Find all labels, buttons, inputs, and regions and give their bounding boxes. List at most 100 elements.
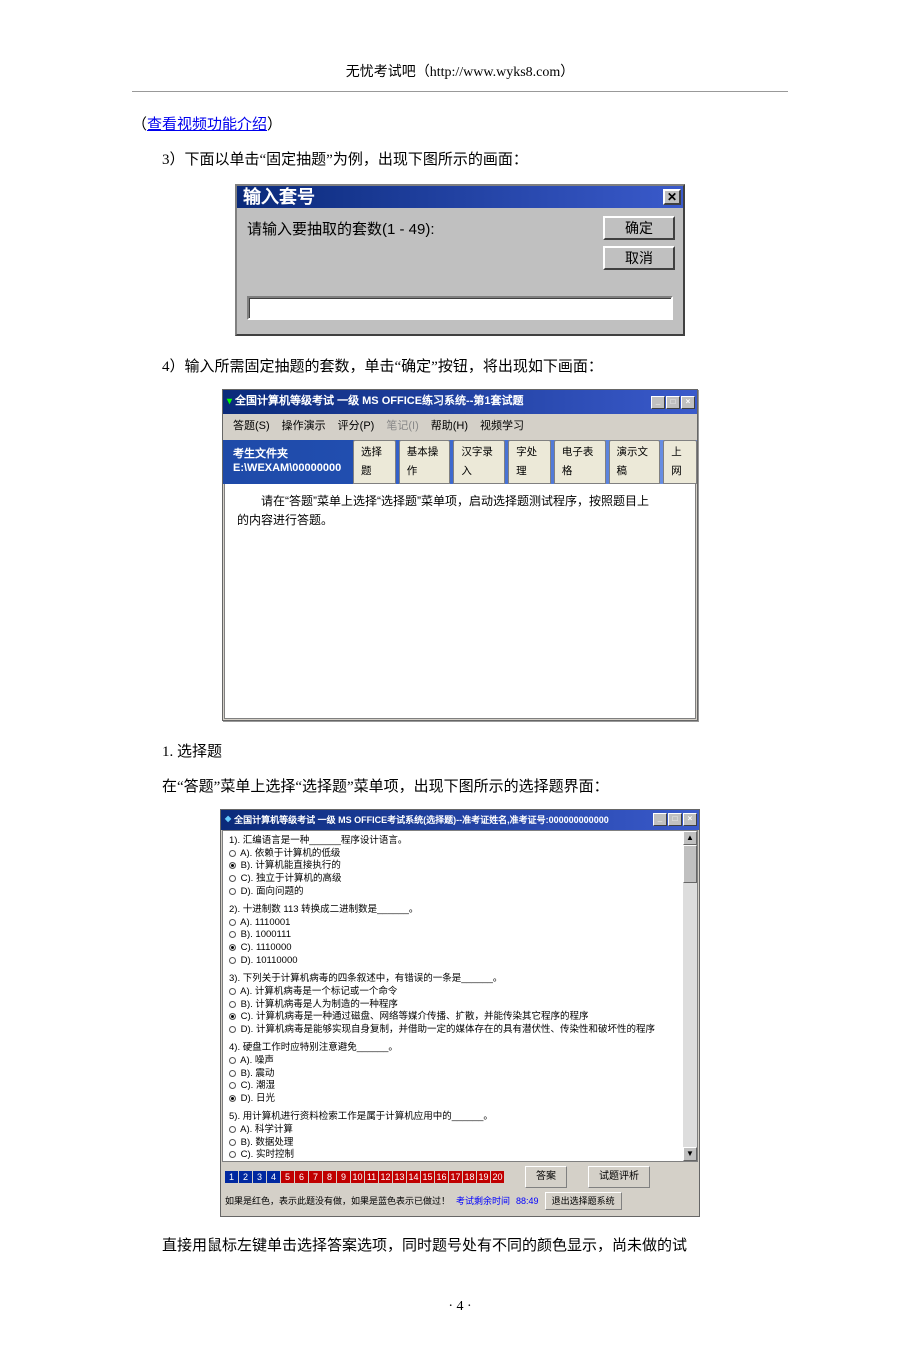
radio-icon[interactable]	[229, 988, 236, 995]
practice-menu: 答题(S)操作演示评分(P)笔记(I)帮助(H)视频学习	[223, 414, 697, 440]
step-3-text: 3）下面以单击“固定抽题”为例，出现下图所示的画面：	[132, 147, 788, 174]
practice-tab[interactable]: 电子表格	[554, 440, 606, 484]
question-option[interactable]: A). 1110001	[229, 917, 691, 930]
radio-icon[interactable]	[229, 875, 236, 882]
radio-icon[interactable]	[229, 862, 236, 869]
radio-icon[interactable]	[229, 1057, 236, 1064]
radio-icon[interactable]	[229, 1139, 236, 1146]
question-option[interactable]: D). 面向问题的	[229, 886, 691, 899]
radio-icon[interactable]	[229, 888, 236, 895]
question-number-button[interactable]: 18	[463, 1171, 476, 1183]
maximize-icon[interactable]: □	[666, 396, 680, 409]
question-option[interactable]: C). 实时控制	[229, 1149, 691, 1161]
question-stem: 2). 十进制数 113 转换成二进制数是______。	[229, 904, 691, 917]
question-option[interactable]: A). 依赖于计算机的低级	[229, 848, 691, 861]
view-video-link[interactable]: 查看视频功能介绍	[147, 117, 267, 133]
question-number-button[interactable]: 14	[407, 1171, 420, 1183]
question-number-button[interactable]: 19	[477, 1171, 490, 1183]
question-option[interactable]: C). 独立于计算机的高级	[229, 873, 691, 886]
question-number-button[interactable]: 6	[295, 1171, 308, 1183]
practice-tab[interactable]: 选择题	[353, 440, 396, 484]
radio-icon[interactable]	[229, 919, 236, 926]
time-value: 88:49	[516, 1193, 539, 1209]
exit-exam-button[interactable]: 退出选择题系统	[545, 1192, 622, 1210]
scroll-thumb[interactable]	[683, 845, 697, 883]
question-option[interactable]: A). 科学计算	[229, 1124, 691, 1137]
radio-icon[interactable]	[229, 1001, 236, 1008]
question-option[interactable]: D). 10110000	[229, 955, 691, 968]
question-option[interactable]: A). 噪声	[229, 1055, 691, 1068]
question-number-button[interactable]: 16	[435, 1171, 448, 1183]
practice-tab[interactable]: 基本操作	[399, 440, 451, 484]
question-number-button[interactable]: 17	[449, 1171, 462, 1183]
practice-tab[interactable]: 字处理	[508, 440, 551, 484]
menu-item[interactable]: 视频学习	[474, 416, 530, 438]
close-icon[interactable]: ×	[683, 813, 697, 826]
exam-question-area[interactable]: 1). 汇编语言是一种______程序设计语言。 A). 依赖于计算机的低级 B…	[222, 830, 698, 1162]
question-option[interactable]: B). 数据处理	[229, 1137, 691, 1150]
question-number-button[interactable]: 12	[379, 1171, 392, 1183]
page-number: · 4 ·	[132, 1294, 788, 1319]
question-number-button[interactable]: 3	[253, 1171, 266, 1183]
ok-button[interactable]: 确定	[603, 216, 675, 240]
question-number-button[interactable]: 7	[309, 1171, 322, 1183]
practice-tab[interactable]: 汉字录入	[453, 440, 505, 484]
question-number-button[interactable]: 4	[267, 1171, 280, 1183]
close-icon[interactable]: ✕	[663, 189, 681, 205]
menu-item[interactable]: 答题(S)	[227, 416, 276, 438]
radio-icon[interactable]	[229, 931, 236, 938]
question-stem: 4). 硬盘工作时应特别注意避免______。	[229, 1042, 691, 1055]
question-option[interactable]: C). 1110000	[229, 942, 691, 955]
scroll-up-icon[interactable]: ▲	[683, 831, 697, 845]
question-number-button[interactable]: 9	[337, 1171, 350, 1183]
question-option[interactable]: D). 日光	[229, 1093, 691, 1106]
radio-icon[interactable]	[229, 1151, 236, 1158]
question-option[interactable]: B). 计算机病毒是人为制造的一种程序	[229, 999, 691, 1012]
radio-icon[interactable]	[229, 1026, 236, 1033]
question-number-button[interactable]: 5	[281, 1171, 294, 1183]
question-number-bar: 1234567891011121314151617181920答案试题评析	[225, 1166, 695, 1188]
question-number-button[interactable]: 10	[351, 1171, 364, 1183]
radio-icon[interactable]	[229, 1070, 236, 1077]
question-option[interactable]: C). 计算机病毒是一种通过磁盘、网络等媒介传播、扩散，并能传染其它程序的程序	[229, 1011, 691, 1024]
question-option[interactable]: B). 1000111	[229, 929, 691, 942]
question-number-button[interactable]: 8	[323, 1171, 336, 1183]
radio-icon[interactable]	[229, 1013, 236, 1020]
practice-titlebar[interactable]: ▾ 全国计算机等级考试 一级 MS OFFICE练习系统--第1套试题 _ □ …	[223, 390, 697, 414]
maximize-icon[interactable]: □	[668, 813, 682, 826]
menu-item[interactable]: 笔记(I)	[380, 416, 424, 438]
question-option[interactable]: D). 计算机病毒是能够实现自身复制，并借助一定的媒体存在的具有潜伏性、传染性和…	[229, 1024, 691, 1037]
set-number-input[interactable]	[247, 296, 673, 320]
radio-icon[interactable]	[229, 957, 236, 964]
radio-icon[interactable]	[229, 944, 236, 951]
scroll-down-icon[interactable]: ▼	[683, 1147, 697, 1161]
question-number-button[interactable]: 2	[239, 1171, 252, 1183]
answer-button[interactable]: 答案	[525, 1166, 567, 1188]
question-number-button[interactable]: 1	[225, 1171, 238, 1183]
question-number-button[interactable]: 15	[421, 1171, 434, 1183]
question-option[interactable]: A). 计算机病毒是一个标记或一个命令	[229, 986, 691, 999]
question-number-button[interactable]: 13	[393, 1171, 406, 1183]
question-number-button[interactable]: 20	[491, 1171, 504, 1183]
exam-titlebar[interactable]: ◆ 全国计算机等级考试 一级 MS OFFICE考试系统(选择题)--准考证姓名…	[221, 810, 699, 830]
practice-tab[interactable]: 上网	[663, 440, 697, 484]
practice-tab[interactable]: 演示文稿	[609, 440, 661, 484]
question-option[interactable]: B). 计算机能直接执行的	[229, 860, 691, 873]
question-number-button[interactable]: 11	[365, 1171, 378, 1183]
minimize-icon[interactable]: _	[653, 813, 667, 826]
dialog-titlebar[interactable]: 输入套号 ✕	[237, 186, 683, 208]
cancel-button[interactable]: 取消	[603, 246, 675, 270]
radio-icon[interactable]	[229, 1126, 236, 1133]
close-icon[interactable]: ×	[681, 396, 695, 409]
analysis-button[interactable]: 试题评析	[588, 1166, 650, 1188]
scrollbar-vertical[interactable]: ▲ ▼	[683, 831, 697, 1161]
question-option[interactable]: B). 震动	[229, 1068, 691, 1081]
radio-icon[interactable]	[229, 850, 236, 857]
radio-icon[interactable]	[229, 1082, 236, 1089]
menu-item[interactable]: 帮助(H)	[425, 416, 474, 438]
minimize-icon[interactable]: _	[651, 396, 665, 409]
menu-item[interactable]: 评分(P)	[332, 416, 381, 438]
question-option[interactable]: C). 潮湿	[229, 1080, 691, 1093]
radio-icon[interactable]	[229, 1095, 236, 1102]
menu-item[interactable]: 操作演示	[276, 416, 332, 438]
